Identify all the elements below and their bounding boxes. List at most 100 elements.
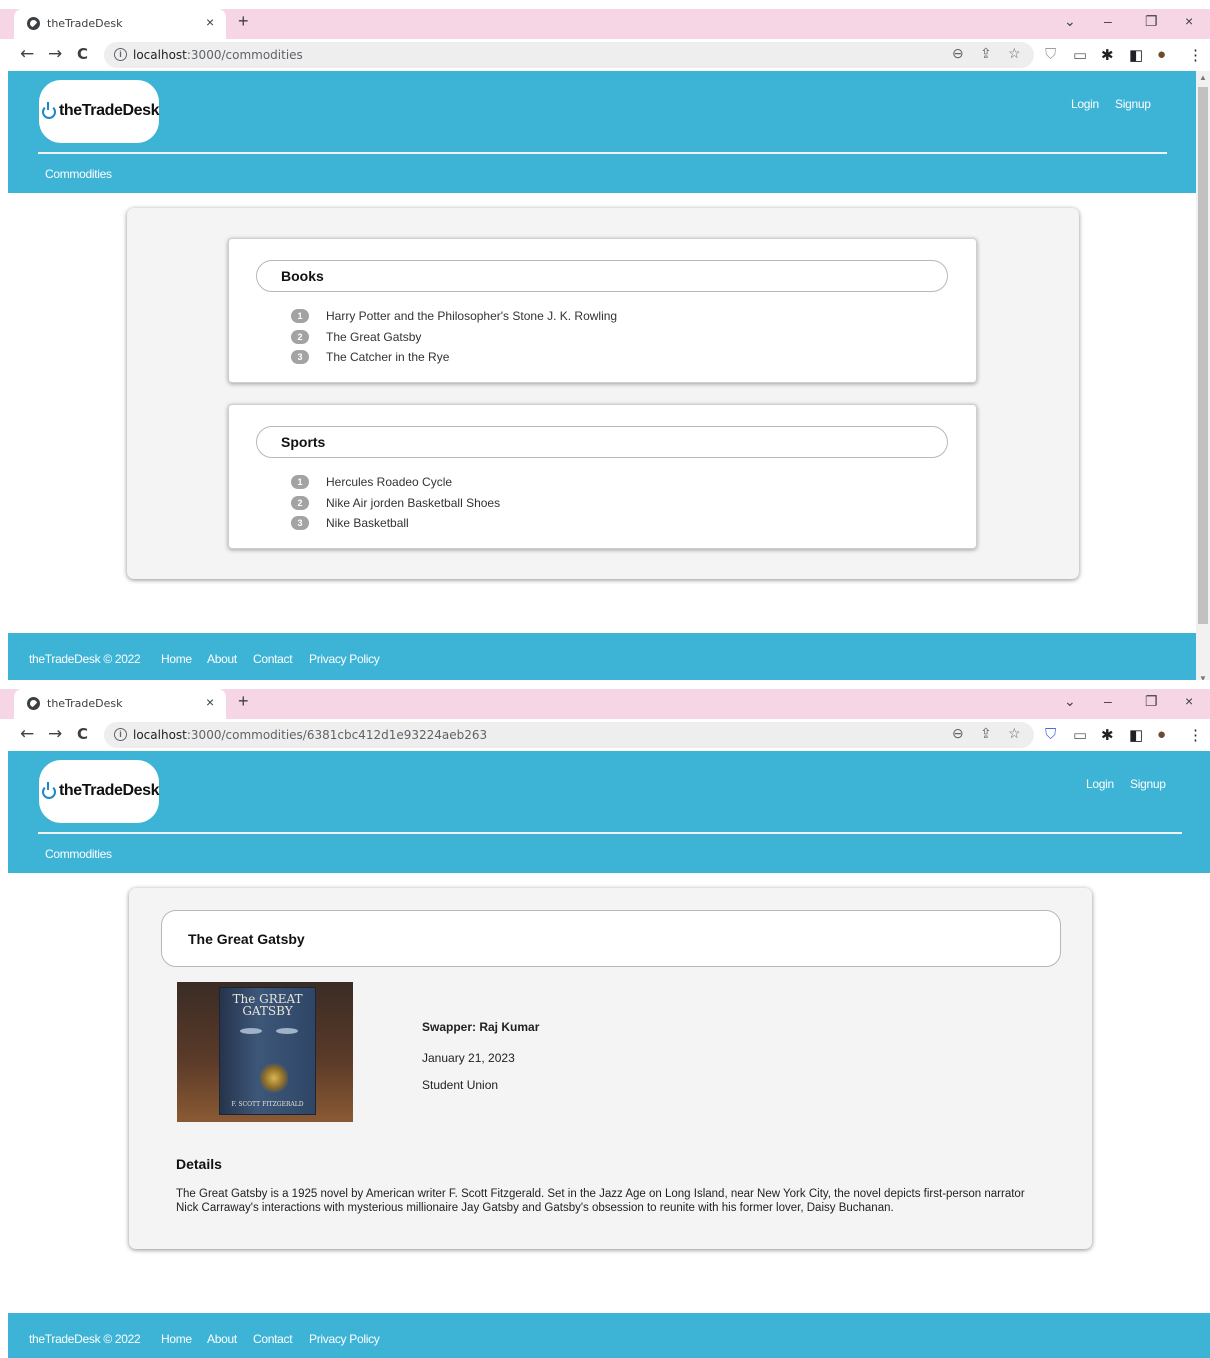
side-panel-icon[interactable]: ◧ (1129, 46, 1143, 64)
bookmark-star-icon[interactable]: ☆ (1008, 725, 1021, 742)
shield-extension-icon[interactable]: ⛉ (1045, 46, 1056, 63)
commodities-list-window: theTradeDesk × + ⌄ – ❐ × ← → C i localho… (0, 0, 1210, 680)
close-window-icon[interactable]: × (1185, 693, 1193, 709)
scroll-up-arrow-icon[interactable]: ▲ (1199, 73, 1207, 82)
extensions-puzzle-icon[interactable]: ✱ (1101, 726, 1114, 744)
browser-menu-icon[interactable]: ⋮ (1188, 726, 1203, 744)
footer-privacy-link[interactable]: Privacy Policy (309, 1332, 380, 1346)
browser-tab[interactable]: theTradeDesk × (14, 9, 226, 39)
site-logo[interactable]: theTradeDesk (39, 80, 160, 143)
footer-copyright: theTradeDesk © 2022 (29, 652, 141, 666)
login-link[interactable]: Login (1086, 777, 1114, 791)
cover-title-text: The GREAT GATSBY (232, 992, 303, 1018)
logo-text: theTradeDesk (59, 782, 160, 799)
site-header: theTradeDesk Login Signup Commodities (8, 751, 1210, 873)
item-link[interactable]: The Great Gatsby (326, 330, 421, 344)
restore-icon[interactable]: ❐ (1145, 693, 1158, 710)
zoom-icon[interactable]: ⊖ (952, 725, 964, 742)
item-title-bar: The Great Gatsby (161, 910, 1061, 967)
cast-icon[interactable]: ▭ (1073, 726, 1087, 744)
item-number-badge: 3 (291, 516, 309, 531)
footer-home-link[interactable]: Home (161, 1332, 192, 1346)
signup-link[interactable]: Signup (1115, 97, 1151, 111)
footer-about-link[interactable]: About (207, 652, 237, 666)
extensions-puzzle-icon[interactable]: ✱ (1101, 46, 1114, 64)
site-logo[interactable]: theTradeDesk (39, 760, 160, 823)
close-tab-icon[interactable]: × (206, 694, 214, 710)
minimize-icon[interactable]: – (1104, 13, 1112, 29)
item-link[interactable]: Nike Basketball (326, 516, 409, 530)
login-link[interactable]: Login (1071, 97, 1099, 111)
footer-about-link[interactable]: About (207, 1332, 237, 1346)
tab-search-icon[interactable]: ⌄ (1064, 693, 1076, 710)
scrollbar-thumb[interactable] (1198, 87, 1208, 624)
reload-icon[interactable]: C (77, 45, 88, 63)
browser-menu-icon[interactable]: ⋮ (1188, 46, 1203, 64)
item-link[interactable]: Nike Air jorden Basketball Shoes (326, 496, 500, 510)
new-tab-icon[interactable]: + (238, 691, 249, 712)
browser-toolbar: ← → C i localhost:3000/commodities/6381c… (0, 719, 1210, 751)
cover-city-art (260, 1063, 288, 1093)
address-bar[interactable]: i localhost:3000/commodities ⊖ ⇪ ☆ (104, 42, 1034, 68)
list-item[interactable]: 2 The Great Gatsby (291, 327, 617, 348)
close-tab-icon[interactable]: × (206, 14, 214, 30)
forward-icon[interactable]: → (48, 44, 62, 64)
site-footer: theTradeDesk © 2022 Home About Contact P… (8, 1313, 1210, 1358)
item-number-badge: 1 (291, 475, 309, 490)
footer-contact-link[interactable]: Contact (253, 652, 293, 666)
item-number-badge: 1 (291, 309, 309, 324)
category-header: Sports (256, 426, 948, 458)
category-title: Books (281, 268, 324, 284)
item-link[interactable]: Harry Potter and the Philosopher's Stone… (326, 309, 617, 323)
nav-commodities-link[interactable]: Commodities (45, 847, 112, 861)
power-icon (42, 102, 56, 119)
footer-home-link[interactable]: Home (161, 652, 192, 666)
commodity-detail-card: The Great Gatsby The GREAT GATSBY F. SCOT… (129, 888, 1092, 1249)
vertical-scrollbar[interactable]: ▲ ▼ (1196, 71, 1210, 680)
cast-icon[interactable]: ▭ (1073, 46, 1087, 64)
back-icon[interactable]: ← (20, 724, 34, 744)
swapper-label: Swapper: Raj Kumar (422, 1020, 540, 1034)
page-viewport: theTradeDesk Login Signup Commodities Bo… (8, 71, 1210, 579)
shield-extension-icon[interactable]: ⛉ (1045, 726, 1056, 743)
minimize-icon[interactable]: – (1104, 693, 1112, 709)
share-icon[interactable]: ⇪ (980, 45, 992, 62)
list-item[interactable]: 2 Nike Air jorden Basketball Shoes (291, 493, 500, 514)
zoom-icon[interactable]: ⊖ (952, 45, 964, 62)
info-icon[interactable]: i (114, 728, 127, 741)
item-number-badge: 3 (291, 350, 309, 365)
bookmark-star-icon[interactable]: ☆ (1008, 45, 1021, 62)
footer-copyright: theTradeDesk © 2022 (29, 1332, 141, 1346)
restore-icon[interactable]: ❐ (1145, 13, 1158, 30)
new-tab-icon[interactable]: + (238, 11, 249, 32)
back-icon[interactable]: ← (20, 44, 34, 64)
share-icon[interactable]: ⇪ (980, 725, 992, 742)
side-panel-icon[interactable]: ◧ (1129, 726, 1143, 744)
reload-icon[interactable]: C (77, 725, 88, 743)
item-link[interactable]: The Catcher in the Rye (326, 350, 449, 364)
item-location: Student Union (422, 1078, 499, 1092)
details-text: The Great Gatsby is a 1925 novel by Amer… (176, 1188, 1025, 1214)
footer-privacy-link[interactable]: Privacy Policy (309, 652, 380, 666)
info-icon[interactable]: i (114, 48, 127, 61)
profile-avatar-icon[interactable]: ● (1157, 726, 1166, 743)
tab-search-icon[interactable]: ⌄ (1064, 13, 1076, 30)
list-item[interactable]: 3 The Catcher in the Rye (291, 347, 617, 368)
signup-link[interactable]: Signup (1130, 777, 1166, 791)
tab-title: theTradeDesk (47, 697, 123, 710)
item-link[interactable]: Hercules Roadeo Cycle (326, 475, 452, 489)
forward-icon[interactable]: → (48, 724, 62, 744)
close-window-icon[interactable]: × (1185, 13, 1193, 29)
nav-commodities-link[interactable]: Commodities (45, 167, 112, 181)
browser-toolbar: ← → C i localhost:3000/commodities ⊖ ⇪ ☆… (0, 39, 1210, 71)
list-item[interactable]: 3 Nike Basketball (291, 513, 500, 534)
address-bar[interactable]: i localhost:3000/commodities/6381cbc412d… (104, 722, 1034, 748)
list-item[interactable]: 1 Harry Potter and the Philosopher's Ston… (291, 306, 617, 327)
footer-contact-link[interactable]: Contact (253, 1332, 293, 1346)
category-card-books: Books 1 Harry Potter and the Philosopher'… (228, 238, 977, 383)
page-viewport: theTradeDesk Login Signup Commodities Th… (8, 751, 1210, 1249)
browser-tab[interactable]: theTradeDesk × (14, 689, 226, 719)
profile-avatar-icon[interactable]: ● (1157, 46, 1166, 63)
item-number-badge: 2 (291, 329, 309, 344)
list-item[interactable]: 1 Hercules Roadeo Cycle (291, 472, 500, 493)
